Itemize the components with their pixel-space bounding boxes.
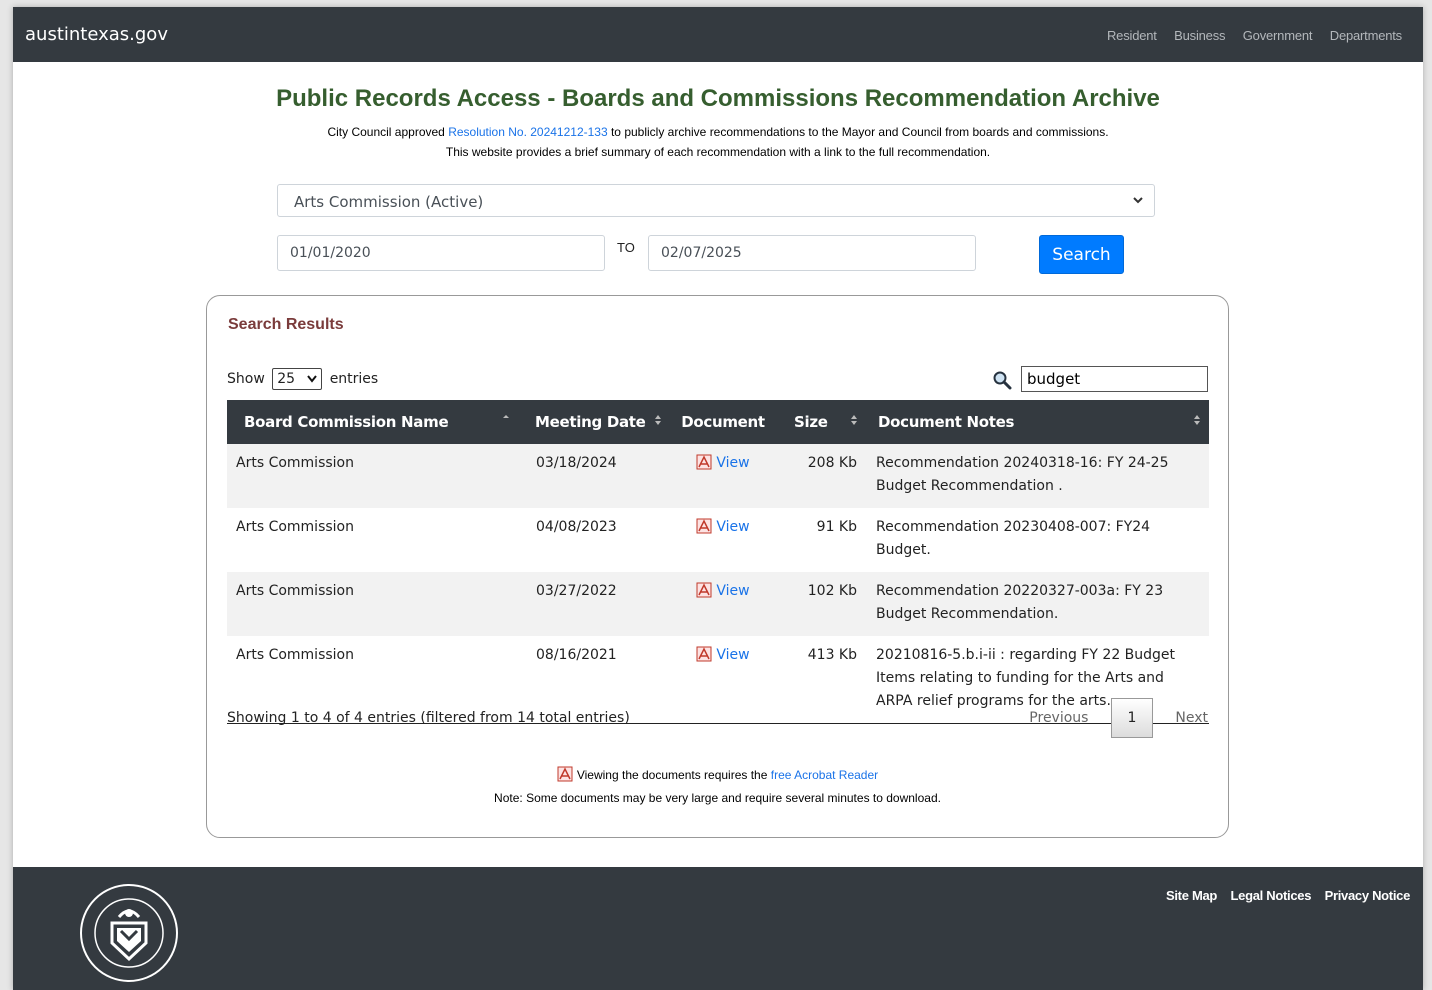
view-document-link[interactable]: View: [716, 583, 749, 599]
intro-text: City Council approved Resolution No. 202…: [13, 122, 1423, 162]
table-row: Arts Commission 03/27/2022 View 102 Kb R…: [227, 572, 1209, 636]
view-document-link[interactable]: View: [716, 455, 749, 471]
sort-both-icon: [655, 415, 661, 425]
sort-asc-icon: [503, 415, 509, 418]
pdf-icon: [696, 454, 712, 478]
nav-business-link[interactable]: Business: [1174, 28, 1225, 43]
cell-meeting-date: 04/08/2023: [536, 519, 617, 535]
footer-privacy-notice-link[interactable]: Privacy Notice: [1325, 888, 1411, 903]
view-document-link[interactable]: View: [716, 647, 749, 663]
results-table: Board Commission Name Meeting Date Docum…: [227, 400, 1209, 724]
nav-resident-link[interactable]: Resident: [1107, 28, 1157, 43]
cell-notes: Recommendation 20220327-003a: FY 23 Budg…: [866, 572, 1209, 636]
city-seal-logo: [80, 884, 178, 982]
cell-board: Arts Commission: [236, 519, 354, 535]
column-header-meeting-date[interactable]: Meeting Date: [518, 400, 670, 444]
cell-meeting-date: 03/27/2022: [518, 572, 670, 636]
browser-viewport: austintexas.gov Resident Business Govern…: [13, 7, 1423, 990]
cell-notes: Recommendation 20240318-16: FY 24-25 Bud…: [866, 444, 1209, 508]
cell-size: 208 Kb: [776, 444, 866, 508]
column-header-board-label: Board Commission Name: [244, 413, 449, 431]
entries-per-page-select[interactable]: 25: [272, 368, 323, 390]
table-filter-input[interactable]: budget: [1021, 366, 1208, 392]
search-button[interactable]: Search: [1039, 235, 1124, 274]
pagination-previous[interactable]: Previous: [1029, 710, 1088, 726]
cell-size: 102 Kb: [776, 572, 866, 636]
cell-size: 413 Kb: [776, 636, 866, 724]
cell-meeting-date: 03/18/2024: [518, 444, 670, 508]
cell-board: Arts Commission: [227, 572, 518, 636]
show-entries-control: Show 25 entries: [227, 368, 378, 390]
cell-document: View: [670, 508, 776, 572]
intro-suffix: to publicly archive recommendations to t…: [607, 125, 1109, 139]
resolution-link[interactable]: Resolution No. 20241212-133: [448, 125, 607, 139]
table-row: Arts Commission 04/08/2023 View 91 Kb Re…: [227, 508, 1209, 572]
search-results-title: Search Results: [228, 316, 344, 333]
table-row: Arts Commission 03/18/2024 View 208 Kb R…: [227, 444, 1209, 508]
date-to-input[interactable]: 02/07/2025: [648, 235, 976, 271]
cell-size: 91 Kb: [816, 519, 857, 535]
intro-line-2: This website provides a brief summary of…: [445, 145, 991, 159]
search-results-panel: Search Results Show 25 entries budget Bo…: [206, 295, 1229, 838]
sort-both-icon: [851, 415, 857, 425]
pdf-icon: [557, 766, 573, 788]
entries-label: entries: [329, 371, 379, 387]
acrobat-note-prefix: Viewing the documents requires the: [576, 768, 771, 782]
date-from-input[interactable]: 01/01/2020: [277, 235, 605, 271]
acrobat-note: Viewing the documents requires the free …: [207, 765, 1228, 808]
column-header-size[interactable]: Size: [776, 400, 866, 444]
footer-links: Site Map Legal Notices Privacy Notice: [1157, 887, 1410, 905]
board-select[interactable]: Arts Commission (Active): [277, 184, 1155, 217]
pagination-next[interactable]: Next: [1175, 710, 1208, 726]
pdf-icon: [696, 582, 712, 606]
pagination: Previous 1 Next: [1029, 698, 1208, 738]
top-navbar: austintexas.gov Resident Business Govern…: [13, 7, 1423, 62]
footer: Site Map Legal Notices Privacy Notice: [13, 867, 1423, 990]
cell-document: View: [670, 572, 776, 636]
cell-document: View: [670, 444, 776, 508]
column-header-notes-label: Document Notes: [878, 413, 1015, 431]
to-label: TO: [617, 240, 635, 255]
column-header-board[interactable]: Board Commission Name: [227, 400, 518, 444]
column-header-size-label: Size: [794, 413, 828, 431]
footer-site-map-link[interactable]: Site Map: [1166, 888, 1217, 903]
nav-departments-link[interactable]: Departments: [1330, 28, 1402, 43]
column-header-document-label: Document: [681, 413, 765, 431]
pdf-icon: [696, 646, 712, 670]
cell-notes: Recommendation 20230408-007: FY24 Budget…: [876, 519, 1151, 558]
acrobat-reader-link[interactable]: free Acrobat Reader: [771, 768, 878, 782]
table-filter: budget: [993, 366, 1208, 392]
footer-legal-notices-link[interactable]: Legal Notices: [1231, 888, 1312, 903]
download-note: Note: Some documents may be very large a…: [494, 791, 941, 805]
site-brand-link[interactable]: austintexas.gov: [25, 24, 168, 45]
top-nav-links: Resident Business Government Departments: [1094, 27, 1402, 45]
search-icon: [993, 371, 1012, 390]
table-info-text: Showing 1 to 4 of 4 entries (filtered fr…: [227, 710, 630, 726]
view-document-link[interactable]: View: [716, 519, 749, 535]
pagination-page-1[interactable]: 1: [1110, 698, 1153, 738]
pdf-icon: [696, 518, 712, 542]
board-select-value: Arts Commission (Active): [294, 193, 484, 211]
column-header-notes[interactable]: Document Notes: [866, 400, 1209, 444]
cell-board: Arts Commission: [227, 444, 518, 508]
page-title: Public Records Access - Boards and Commi…: [276, 85, 1160, 112]
show-label: Show: [227, 371, 265, 387]
column-header-document: Document: [670, 400, 776, 444]
nav-government-link[interactable]: Government: [1243, 28, 1313, 43]
entries-per-page-value: 25: [277, 371, 296, 387]
column-header-meeting-date-label: Meeting Date: [535, 413, 646, 431]
chevron-down-icon: [1133, 197, 1143, 204]
intro-prefix: City Council approved: [327, 125, 449, 139]
chevron-down-icon: [307, 375, 318, 383]
sort-both-icon: [1194, 415, 1200, 425]
cell-document: View: [670, 636, 776, 724]
